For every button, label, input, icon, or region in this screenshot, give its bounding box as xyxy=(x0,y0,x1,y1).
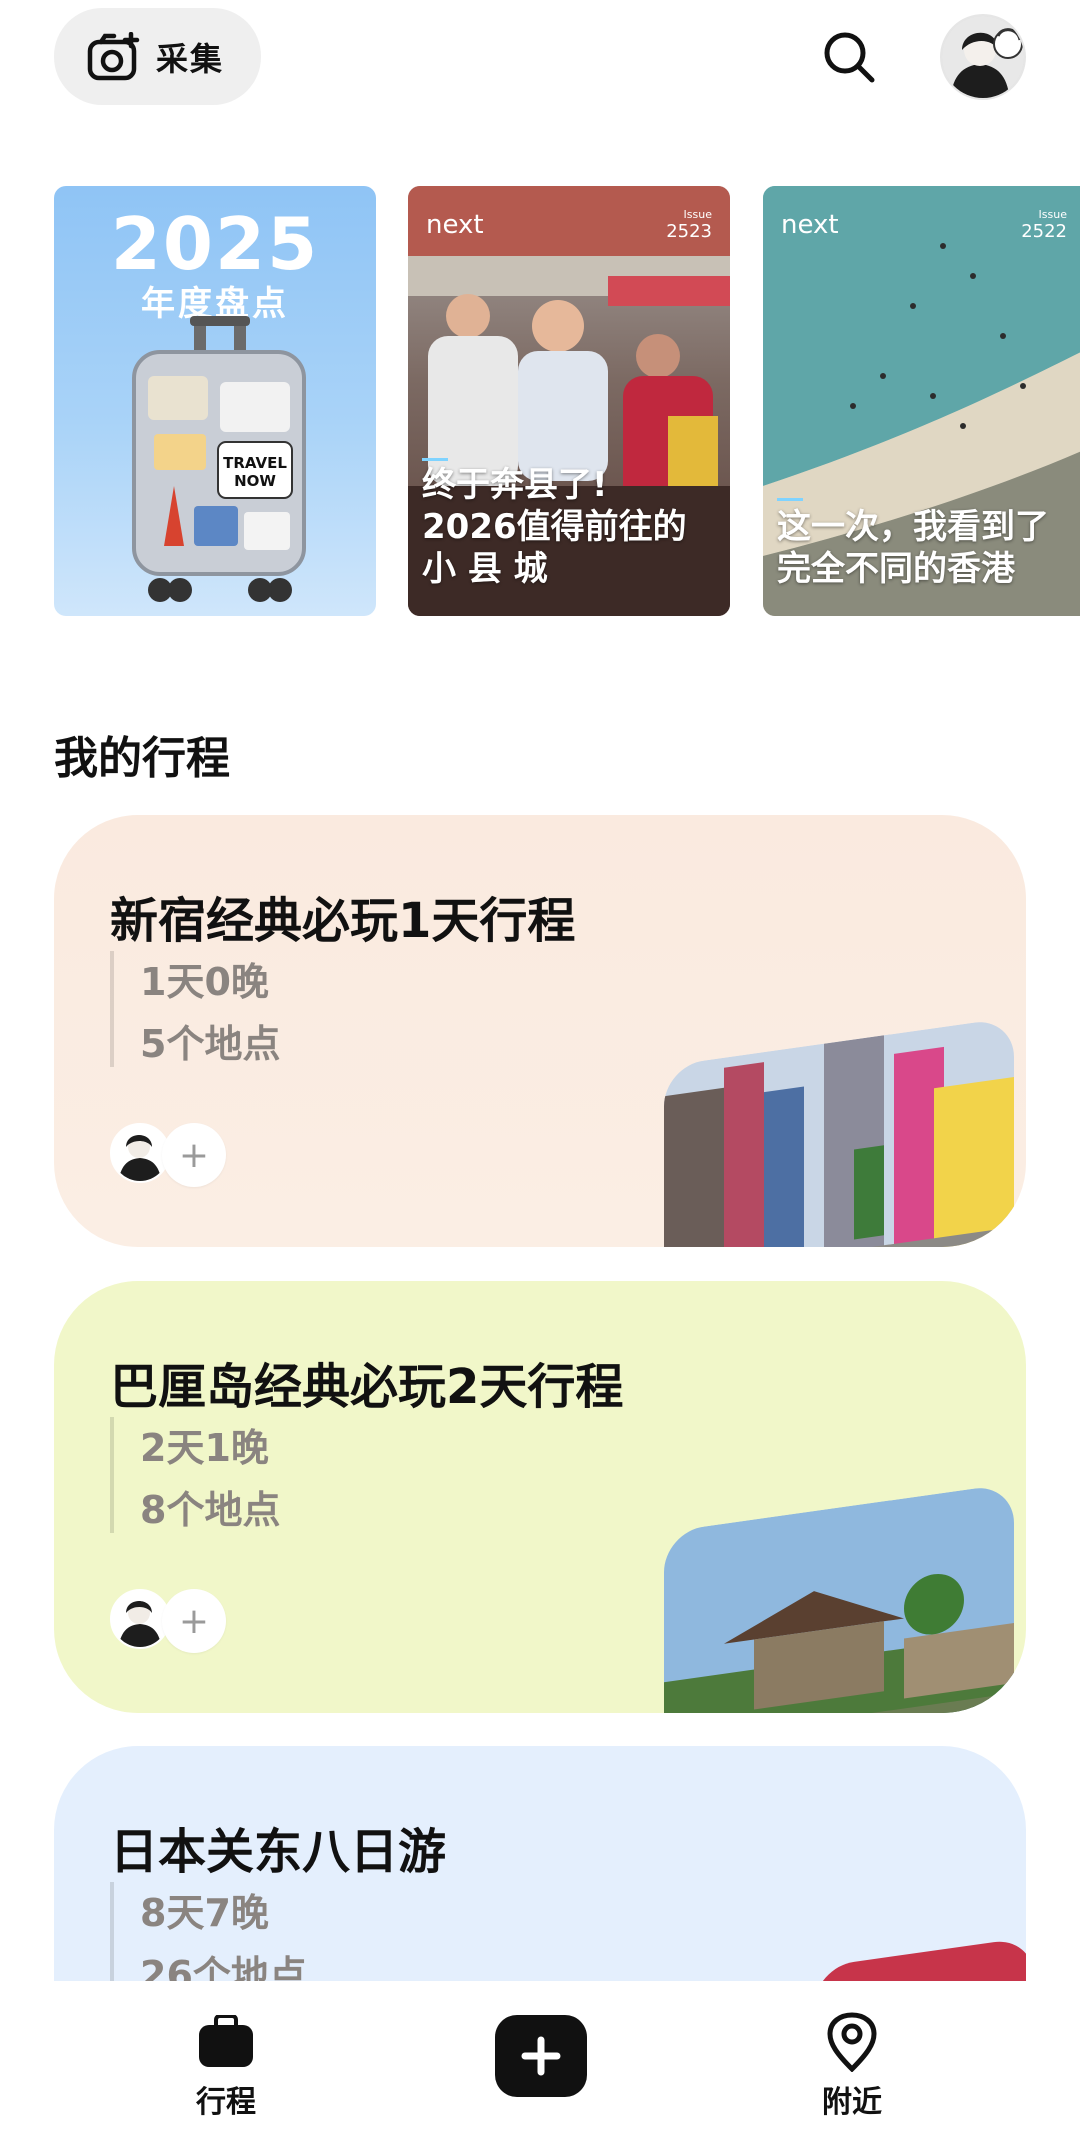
suitcase-illustration: TRAVEL NOW xyxy=(132,316,306,602)
story-issue: Issue 2522 xyxy=(1021,208,1067,242)
issue-number: 2522 xyxy=(1021,221,1067,242)
story-year: 2025 xyxy=(110,202,320,286)
caption-accent xyxy=(777,498,803,501)
trip-title: 日本关东八日游 xyxy=(110,1824,447,1880)
svg-text:NOW: NOW xyxy=(234,472,276,490)
trip-members: + xyxy=(110,1589,226,1653)
issue-label: Issue xyxy=(1038,208,1067,221)
avatar-illustration xyxy=(942,16,1024,98)
caption-accent xyxy=(422,458,448,461)
trip-places-count: 8个地点 xyxy=(140,1488,281,1532)
trip-title: 新宿经典必玩1天行程 xyxy=(110,893,576,949)
featured-stories: 2025 年度盘点 TRAVEL NOW next Issue 2523 终于奔… xyxy=(0,186,1080,616)
trip-duration: 1天0晚 xyxy=(140,960,269,1004)
capture-button[interactable]: 采集 xyxy=(54,8,261,105)
camera-plus-icon xyxy=(86,29,142,85)
trip-title: 巴厘岛经典必玩2天行程 xyxy=(110,1359,624,1415)
bottom-nav: 行程 附近 xyxy=(0,1981,1080,2145)
story-brand: next xyxy=(426,210,484,240)
app-screen: 采集 2025 年度盘点 TRAVEL NOW next Issue 2523 … xyxy=(0,0,1080,2145)
story-issue: Issue 2523 xyxy=(666,208,712,242)
trip-duration: 8天7晚 xyxy=(140,1891,269,1935)
story-brand: next xyxy=(781,210,839,240)
nav-label-nearby: 附近 xyxy=(822,2085,882,2120)
user-avatar[interactable] xyxy=(940,14,1026,100)
search-icon xyxy=(820,32,878,90)
nav-label-trips: 行程 xyxy=(196,2085,256,2120)
svg-text:TRAVEL: TRAVEL xyxy=(223,454,287,472)
trip-places-count: 5个地点 xyxy=(140,1022,281,1066)
suitcase-icon xyxy=(156,2011,296,2073)
search-button[interactable] xyxy=(820,28,878,86)
capture-label: 采集 xyxy=(156,39,225,78)
trip-photo-bali xyxy=(664,1483,1014,1713)
section-title-my-trips: 我的行程 xyxy=(54,733,230,784)
trip-meta: 2天1晚 8个地点 xyxy=(110,1417,280,1533)
trip-card-bali[interactable]: 巴厘岛经典必玩2天行程 2天1晚 8个地点 + xyxy=(54,1281,1026,1713)
member-avatar xyxy=(110,1123,170,1183)
plus-icon xyxy=(521,2036,561,2076)
story-card-year-review[interactable]: 2025 年度盘点 TRAVEL NOW xyxy=(54,186,376,616)
story-caption: 终于奔县了! 2026值得前往的 小 县 城 xyxy=(422,465,687,589)
trip-duration: 2天1晚 xyxy=(140,1426,269,1470)
story-caption: 这一次，我看到了 完全不同的香港 xyxy=(777,507,1049,589)
location-pin-icon xyxy=(782,2011,922,2073)
create-trip-button[interactable] xyxy=(495,2015,587,2097)
member-avatar xyxy=(110,1589,170,1649)
nav-tab-nearby[interactable]: 附近 xyxy=(782,2011,922,2121)
issue-number: 2523 xyxy=(666,221,712,242)
trip-meta: 1天0晚 5个地点 xyxy=(110,951,280,1067)
add-member-button[interactable]: + xyxy=(162,1589,226,1653)
nav-tab-trips[interactable]: 行程 xyxy=(156,2011,296,2121)
story-card-hong-kong[interactable]: next Issue 2522 这一次，我看到了 完全不同的香港 xyxy=(763,186,1080,616)
story-card-county-travel[interactable]: next Issue 2523 终于奔县了! 2026值得前往的 小 县 城 xyxy=(408,186,730,616)
trip-members: + xyxy=(110,1123,226,1187)
add-member-button[interactable]: + xyxy=(162,1123,226,1187)
trip-card-shinjuku[interactable]: 新宿经典必玩1天行程 1天0晚 5个地点 + xyxy=(54,815,1026,1247)
trip-photo-shinjuku xyxy=(664,1017,1014,1247)
issue-label: Issue xyxy=(683,208,712,221)
